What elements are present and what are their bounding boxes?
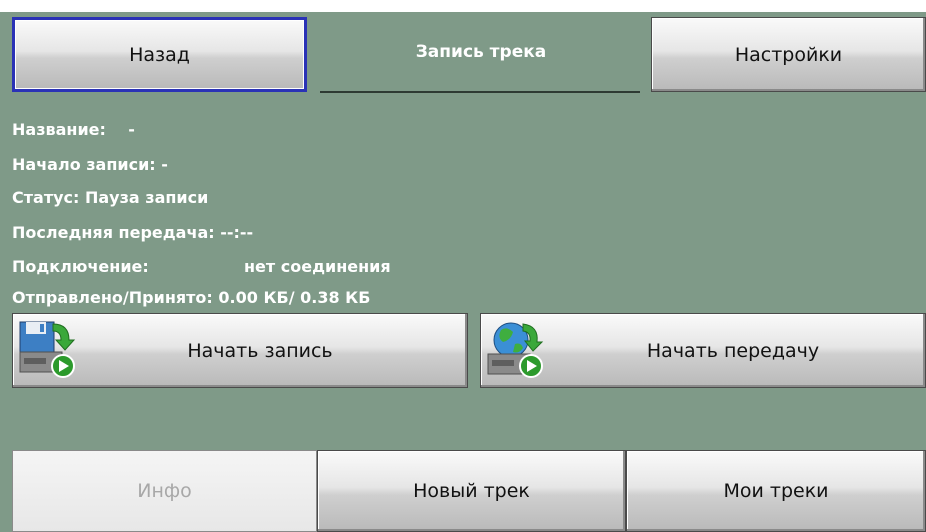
- start-record-label: Начать запись: [187, 339, 333, 362]
- my-tracks-button[interactable]: Мои треки: [626, 450, 926, 532]
- back-button-label: Назад: [129, 43, 190, 66]
- start-transfer-button[interactable]: Начать передачу: [480, 313, 926, 388]
- title-underline: [320, 91, 640, 93]
- new-track-button[interactable]: Новый трек: [317, 450, 626, 532]
- back-button[interactable]: Назад: [12, 17, 307, 92]
- info-row-traffic: Отправлено/Принято: 0.00 КБ/ 0.38 КБ: [12, 288, 370, 308]
- floppy-record-icon: [19, 321, 76, 378]
- info-row-name: Название: -: [12, 120, 135, 140]
- info-row-start: Начало записи: -: [12, 155, 168, 175]
- settings-button-label: Настройки: [734, 43, 843, 66]
- start-label: Начало записи:: [12, 155, 156, 174]
- new-track-label: Новый трек: [413, 480, 530, 502]
- status-label: Статус:: [12, 188, 80, 207]
- last-transfer-value: --:--: [220, 223, 254, 242]
- info-row-connection: Подключение: нет соединения: [12, 257, 391, 277]
- start-record-button[interactable]: Начать запись: [12, 313, 468, 388]
- info-tab-button[interactable]: Инфо: [12, 450, 317, 532]
- top-border: [0, 0, 926, 12]
- traffic-label: Отправлено/Принято:: [12, 288, 213, 307]
- connection-label: Подключение:: [12, 257, 149, 276]
- info-row-last-transfer: Последняя передача: --:--: [12, 223, 253, 243]
- globe-transfer-icon: [487, 322, 544, 378]
- settings-button[interactable]: Настройки: [651, 17, 926, 92]
- traffic-value: 0.00 КБ/ 0.38 КБ: [218, 288, 371, 307]
- my-tracks-label: Мои треки: [723, 480, 829, 502]
- name-value: -: [128, 120, 135, 139]
- status-value: Пауза записи: [84, 188, 209, 207]
- name-label: Название:: [12, 120, 106, 139]
- page-title: Запись трека: [415, 42, 547, 62]
- connection-value: нет соединения: [244, 257, 391, 276]
- start-transfer-label: Начать передачу: [646, 339, 820, 362]
- start-value: -: [161, 155, 168, 174]
- info-row-status: Статус: Пауза записи: [12, 188, 208, 208]
- info-tab-label: Инфо: [137, 480, 192, 502]
- last-transfer-label: Последняя передача:: [12, 223, 215, 242]
